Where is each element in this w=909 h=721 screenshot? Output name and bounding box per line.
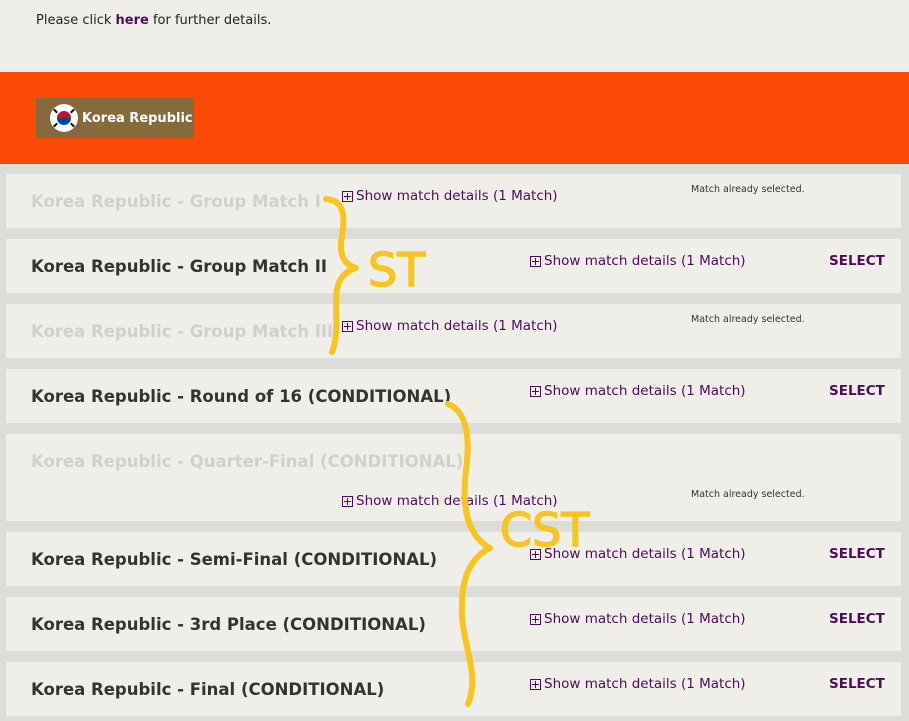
plus-icon [342, 495, 353, 507]
match-row: Korea Repubilc - Final (CONDITIONAL) Sho… [6, 662, 901, 716]
match-title: Korea Republic - 3rd Place (CONDITIONAL) [31, 615, 426, 634]
match-row: Korea Republic - 3rd Place (CONDITIONAL)… [6, 597, 901, 651]
match-title: Korea Repubilc - Final (CONDITIONAL) [31, 680, 385, 699]
details-label: Show match details (1 Match) [544, 611, 746, 627]
details-label: Show match details (1 Match) [356, 493, 558, 509]
match-title: Korea Republic - Quarter-Final (CONDITIO… [31, 452, 464, 471]
details-label: Show match details (1 Match) [544, 676, 746, 692]
team-name: Korea Republic [82, 110, 193, 126]
plus-icon [530, 255, 541, 267]
team-badge: Korea Republic [36, 98, 194, 138]
plus-icon [342, 320, 353, 332]
notice-prefix: Please click [36, 13, 116, 28]
show-details-link[interactable]: Show match details (1 Match) [530, 676, 746, 692]
details-label: Show match details (1 Match) [544, 253, 746, 269]
plus-icon [530, 613, 541, 625]
notice-bar: Please click here for further details. [0, 0, 909, 72]
status-note: Match already selected. [691, 489, 805, 500]
match-row: Korea Republic - Group Match III Show ma… [6, 304, 901, 358]
match-row: Korea Republic - Round of 16 (CONDITIONA… [6, 369, 901, 423]
select-button[interactable]: SELECT [829, 546, 885, 562]
match-title: Korea Republic - Group Match II [31, 257, 328, 276]
details-label: Show match details (1 Match) [544, 546, 746, 562]
details-label: Show match details (1 Match) [356, 188, 558, 204]
match-title: Korea Republic - Group Match III [31, 322, 334, 341]
show-details-link[interactable]: Show match details (1 Match) [530, 253, 746, 269]
match-title: Korea Republic - Round of 16 (CONDITIONA… [31, 387, 452, 406]
match-row: Korea Republic - Semi-Final (CONDITIONAL… [6, 532, 901, 586]
show-details-link[interactable]: Show match details (1 Match) [342, 493, 558, 509]
match-row: Korea Republic - Group Match I Show matc… [6, 174, 901, 228]
details-label: Show match details (1 Match) [356, 318, 558, 334]
korea-flag-icon [50, 104, 78, 132]
match-title: Korea Republic - Group Match I [31, 192, 321, 211]
status-note: Match already selected. [691, 314, 805, 325]
plus-icon [530, 385, 541, 397]
match-row: Korea Republic - Quarter-Final (CONDITIO… [6, 434, 901, 521]
show-details-link[interactable]: Show match details (1 Match) [530, 611, 746, 627]
select-button[interactable]: SELECT [829, 676, 885, 692]
status-note: Match already selected. [691, 184, 805, 195]
show-details-link[interactable]: Show match details (1 Match) [530, 546, 746, 562]
plus-icon [530, 678, 541, 690]
select-button[interactable]: SELECT [829, 383, 885, 399]
show-details-link[interactable]: Show match details (1 Match) [342, 318, 558, 334]
team-banner: Korea Republic [0, 72, 909, 164]
notice-text: Please click here for further details. [36, 13, 271, 28]
details-label: Show match details (1 Match) [544, 383, 746, 399]
select-button[interactable]: SELECT [829, 253, 885, 269]
match-row: Korea Republic - Group Match II Show mat… [6, 239, 901, 293]
select-button[interactable]: SELECT [829, 611, 885, 627]
plus-icon [342, 190, 353, 202]
show-details-link[interactable]: Show match details (1 Match) [530, 383, 746, 399]
notice-suffix: for further details. [148, 13, 272, 28]
plus-icon [530, 548, 541, 560]
match-title: Korea Republic - Semi-Final (CONDITIONAL… [31, 550, 438, 569]
show-details-link[interactable]: Show match details (1 Match) [342, 188, 558, 204]
details-link[interactable]: here [116, 13, 149, 28]
